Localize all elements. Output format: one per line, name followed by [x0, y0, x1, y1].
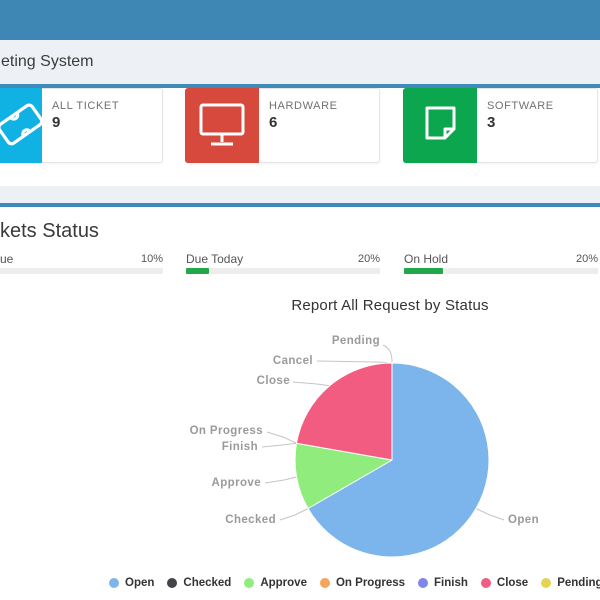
pie-label-finish: Finish	[221, 441, 258, 453]
legend-item-open[interactable]: Open	[109, 577, 154, 589]
legend-label: Checked	[183, 577, 232, 589]
pie-label-open: Open	[508, 514, 539, 526]
pie-label-approve: Approve	[211, 477, 261, 489]
pie-label-pending: Pending	[331, 335, 380, 347]
legend-bullet	[480, 578, 491, 588]
legend-item-finish[interactable]: Finish	[418, 577, 468, 589]
legend-bullet	[319, 578, 330, 588]
legend-label: Close	[496, 577, 529, 589]
legend-bullet	[109, 578, 119, 588]
legend-item-on-progress[interactable]: On Progress	[319, 577, 406, 589]
legend-bullet	[167, 578, 178, 588]
pie-label-on-progress: On Progress	[189, 425, 263, 437]
pie-chart	[261, 344, 505, 558]
legend-bullet	[541, 578, 552, 588]
legend-item-close[interactable]: Close	[480, 577, 529, 589]
pie-label-close: Close	[256, 375, 290, 387]
legend-bullet	[418, 578, 429, 588]
legend-item-checked[interactable]: Checked	[167, 577, 231, 589]
pie-slice-close[interactable]	[296, 362, 393, 461]
legend-label: Approve	[260, 577, 307, 589]
legend-bullet	[244, 578, 255, 588]
pie-label-checked: Checked	[225, 514, 276, 526]
legend-item-approve[interactable]: Approve	[244, 577, 307, 589]
legend-label: On Progress	[335, 577, 406, 589]
legend-label: Open	[125, 577, 155, 589]
pie-label-cancel: Cancel	[272, 355, 313, 367]
legend-item-pending[interactable]: Pending	[541, 577, 600, 589]
legend-label: Pending	[557, 577, 600, 589]
chart-legend: Open Checked Approve On Progress Finish …	[109, 577, 600, 589]
legend-label: Finish	[434, 577, 468, 589]
